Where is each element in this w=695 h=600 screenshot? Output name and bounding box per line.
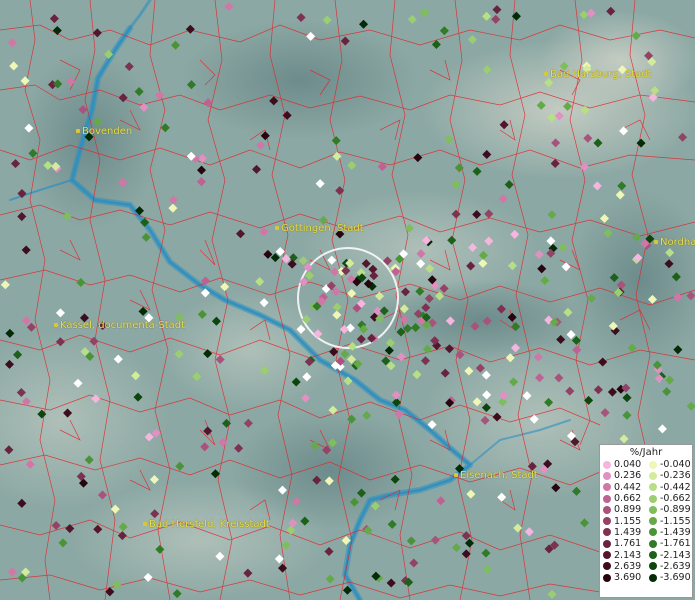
legend-swatch (603, 551, 611, 560)
legend-entry: 1.155 (600, 515, 646, 527)
legend-label: 0.236 (614, 470, 642, 482)
legend-swatch (603, 483, 611, 492)
legend-label: -1.439 (660, 526, 691, 538)
legend-entry: -2.639 (646, 561, 692, 572)
legend-entry: 2.639 (600, 561, 646, 572)
legend-swatch (649, 562, 657, 571)
town-label: Bad Hersfeld, Kreisstadt (143, 519, 270, 530)
legend-label: -1.155 (660, 515, 691, 527)
legend-entry: -0.662 (646, 493, 692, 504)
legend-label: 2.143 (614, 549, 642, 561)
legend-swatch (603, 471, 611, 480)
map-canvas (0, 0, 695, 600)
legend-entry: -1.761 (646, 538, 692, 549)
legend-label: 1.155 (614, 515, 642, 527)
legend-entry: -0.236 (646, 470, 692, 481)
legend-label: -3.690 (660, 572, 691, 584)
legend-swatch (603, 528, 611, 537)
town-marker (76, 129, 80, 133)
legend-swatch (603, 517, 611, 526)
legend-label: 1.439 (614, 526, 642, 538)
legend-entry: -2.143 (646, 549, 692, 561)
legend-label: -0.442 (660, 481, 691, 493)
town-label: Göttingen, Stadt (275, 223, 364, 234)
town-label: Eisenach, Stadt (454, 470, 538, 481)
legend-entry: 1.761 (600, 538, 646, 549)
legend-swatch (649, 460, 657, 469)
legend-negative-column: -0.040 -0.236 -0.442 -0.662 -0.899 -1.155 -1.4… (646, 459, 692, 583)
town-label: Bad Harzburg, Stadt (544, 69, 652, 80)
legend-swatch (649, 494, 657, 503)
legend-label: -0.236 (660, 470, 691, 482)
town-label: Bovenden (76, 126, 132, 137)
legend-label: -2.639 (660, 560, 691, 572)
legend-label: -2.143 (660, 549, 691, 561)
legend-label: 0.442 (614, 481, 642, 493)
town-marker (143, 522, 147, 526)
town-label: Nordhausen (654, 237, 695, 248)
legend-label: 3.690 (614, 572, 642, 584)
legend-label: 1.761 (614, 538, 642, 550)
legend-label: -1.761 (660, 538, 691, 550)
legend-swatch (649, 517, 657, 526)
legend-entry: 2.143 (600, 549, 646, 561)
legend-swatch (649, 573, 657, 582)
legend-entry: 0.442 (600, 482, 646, 493)
legend-swatch (649, 471, 657, 480)
legend-label: 2.639 (614, 560, 642, 572)
legend-entry: -3.690 (646, 572, 692, 583)
legend-label: 0.662 (614, 493, 642, 505)
legend-label: -0.899 (660, 504, 691, 516)
legend-entry: -1.439 (646, 527, 692, 538)
legend-swatch (649, 483, 657, 492)
legend-title: %/Jahr (629, 447, 663, 458)
map-legend: %/Jahr 0.040 0.236 0.442 0.662 0.899 1.155 1.4… (599, 444, 693, 598)
legend-entry: -0.040 (646, 459, 692, 470)
town-marker (454, 473, 458, 477)
town-marker (275, 226, 279, 230)
map-view[interactable]: Bad Harzburg, Stadt Bovenden Göttingen, … (0, 0, 695, 600)
legend-swatch (649, 528, 657, 537)
legend-swatch (603, 562, 611, 571)
town-marker (654, 240, 658, 244)
legend-entry: 0.662 (600, 493, 646, 504)
legend-entry: -0.899 (646, 504, 692, 515)
legend-label: -0.040 (660, 459, 691, 471)
legend-swatch (649, 539, 657, 548)
legend-label: 0.040 (614, 459, 642, 471)
legend-swatch (649, 505, 657, 514)
legend-positive-column: 0.040 0.236 0.442 0.662 0.899 1.155 1.439 1.761… (600, 459, 646, 583)
legend-swatch (603, 539, 611, 548)
town-label: Kassel, documenta-Stadt (54, 320, 185, 331)
legend-swatch (603, 505, 611, 514)
legend-label: -0.662 (660, 493, 691, 505)
legend-swatch (603, 460, 611, 469)
legend-swatch (603, 494, 611, 503)
town-marker (54, 323, 58, 327)
legend-entry: 0.236 (600, 470, 646, 481)
legend-label: 0.899 (614, 504, 642, 516)
legend-entry: -1.155 (646, 515, 692, 527)
legend-entry: 0.899 (600, 504, 646, 515)
legend-entry: 1.439 (600, 527, 646, 538)
legend-swatch (603, 573, 611, 582)
legend-swatch (649, 551, 657, 560)
town-marker (544, 72, 548, 76)
legend-entry: -0.442 (646, 482, 692, 493)
legend-entry: 3.690 (600, 572, 646, 583)
legend-entry: 0.040 (600, 459, 646, 470)
